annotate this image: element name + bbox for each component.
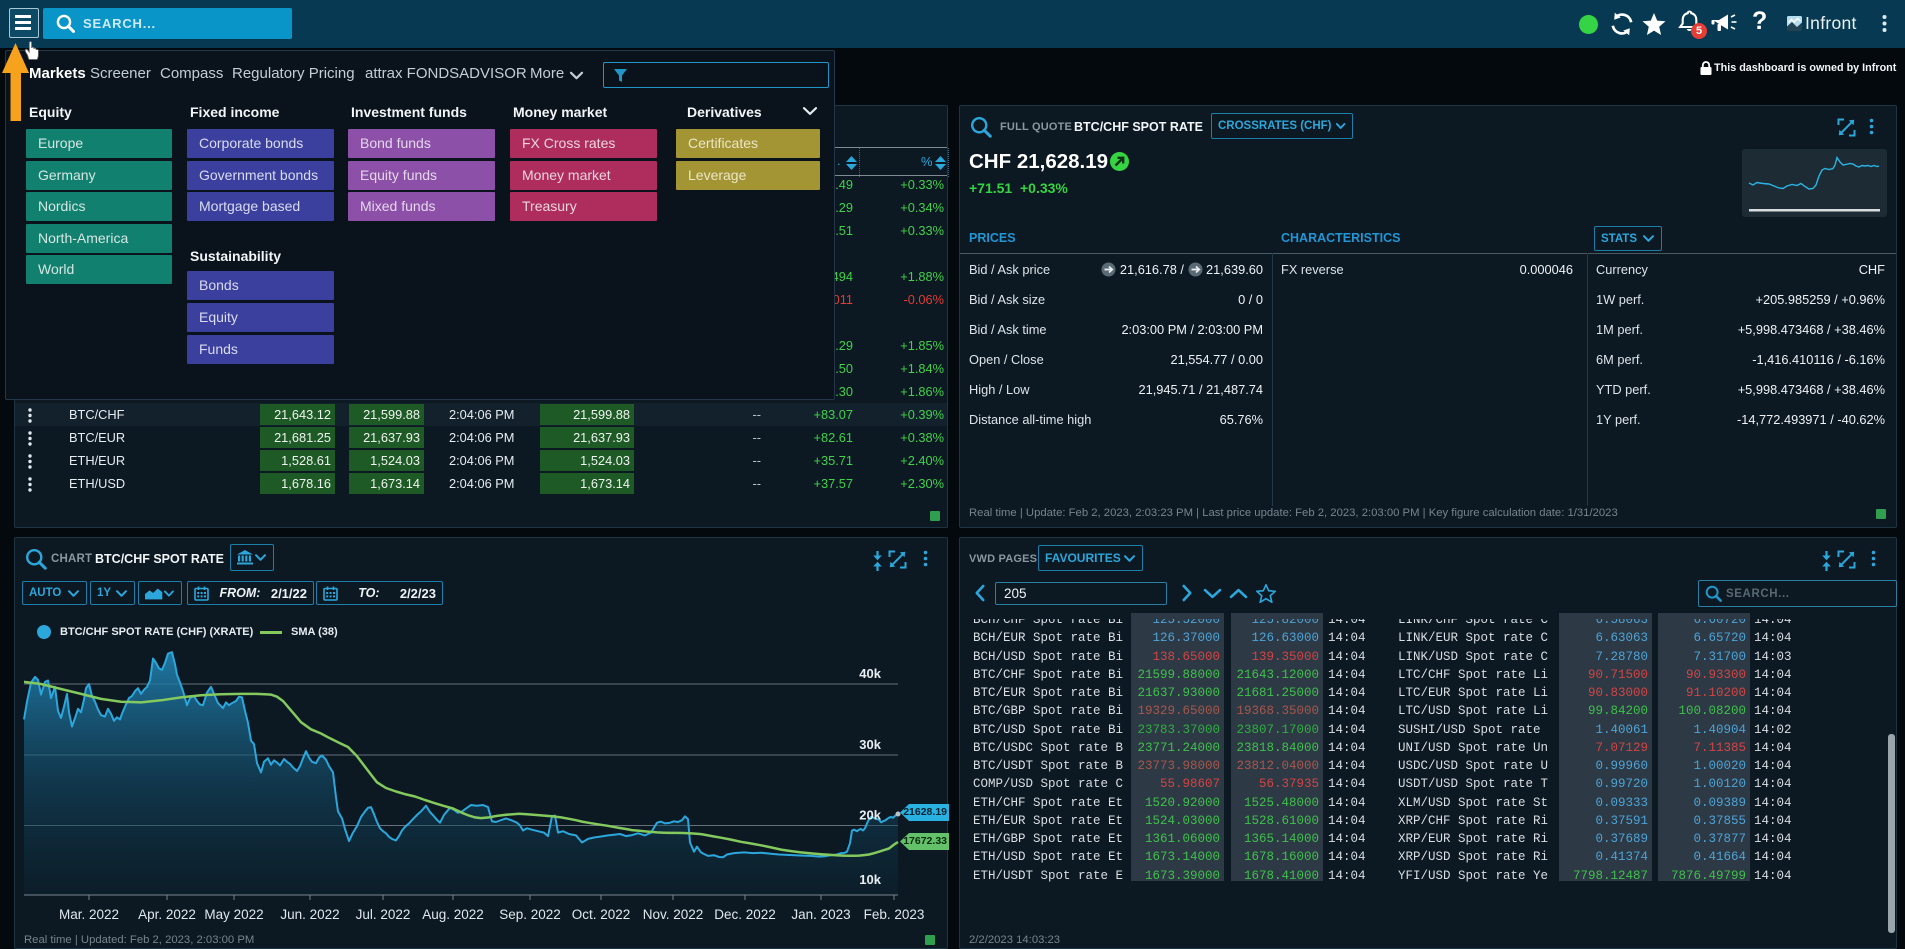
svg-text:Jan. 2023: Jan. 2023 (791, 907, 850, 922)
svg-text:Apr. 2022: Apr. 2022 (138, 907, 196, 922)
svg-text:20k: 20k (859, 808, 881, 823)
svg-text:Sep. 2022: Sep. 2022 (499, 907, 561, 922)
svg-text:Jul. 2022: Jul. 2022 (356, 907, 411, 922)
svg-text:Dec. 2022: Dec. 2022 (714, 907, 776, 922)
svg-text:10k: 10k (859, 872, 881, 887)
svg-text:Jun. 2022: Jun. 2022 (280, 907, 339, 922)
svg-text:Aug. 2022: Aug. 2022 (422, 907, 484, 922)
svg-text:Oct. 2022: Oct. 2022 (572, 907, 631, 922)
svg-text:30k: 30k (859, 737, 881, 752)
svg-text:Nov. 2022: Nov. 2022 (643, 907, 704, 922)
svg-text:40k: 40k (859, 666, 881, 681)
svg-text:Mar. 2022: Mar. 2022 (59, 907, 119, 922)
svg-text:Feb. 2023: Feb. 2023 (864, 907, 925, 922)
svg-text:May 2022: May 2022 (204, 907, 263, 922)
